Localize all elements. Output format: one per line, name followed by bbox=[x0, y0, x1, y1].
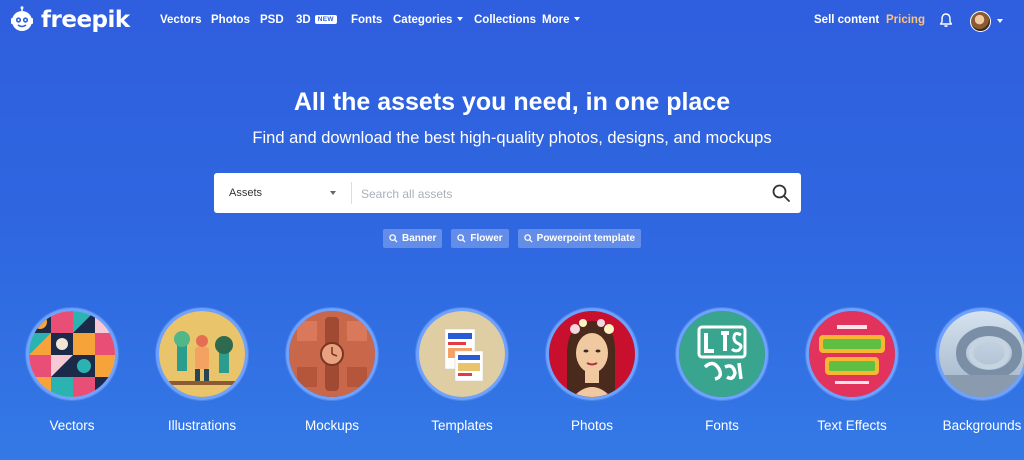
nav-collections[interactable]: Collections bbox=[474, 14, 536, 26]
suggestion-chip[interactable]: Flower bbox=[451, 229, 509, 248]
freepik-logo[interactable]: freepik bbox=[8, 5, 130, 35]
category-templates[interactable]: Templates bbox=[397, 308, 527, 433]
pricing-link[interactable]: Pricing bbox=[886, 14, 925, 26]
divider bbox=[351, 182, 352, 204]
category-backgrounds[interactable]: Backgrounds bbox=[917, 308, 1024, 433]
new-badge: NEW bbox=[314, 15, 337, 24]
category-thumbnail bbox=[286, 308, 378, 400]
chevron-down-icon bbox=[574, 17, 581, 21]
brand-name: freepik bbox=[41, 7, 130, 33]
category-illustrations[interactable]: Illustrations bbox=[137, 308, 267, 433]
category-mockups[interactable]: Mockups bbox=[267, 308, 397, 433]
category-label: Illustrations bbox=[167, 418, 237, 433]
category-fonts[interactable]: Fonts bbox=[657, 308, 787, 433]
nav-3d[interactable]: 3D NEW bbox=[296, 14, 337, 26]
search-bar: Assets bbox=[214, 173, 801, 213]
suggestion-chip[interactable]: Banner bbox=[382, 229, 443, 248]
nav-categories[interactable]: Categories bbox=[393, 14, 464, 26]
suggestion-label: Powerpoint template bbox=[536, 233, 636, 244]
category-label: Fonts bbox=[705, 418, 739, 433]
category-label: Photos bbox=[570, 418, 614, 433]
category-thumbnail bbox=[26, 308, 118, 400]
search-icon bbox=[523, 234, 533, 243]
category-thumbnail bbox=[936, 308, 1024, 400]
search-icon[interactable] bbox=[771, 183, 791, 203]
nav-fonts[interactable]: Fonts bbox=[351, 14, 382, 26]
suggestion-label: Flower bbox=[470, 233, 503, 244]
chevron-down-icon bbox=[330, 191, 336, 195]
category-label: Backgrounds bbox=[942, 418, 1022, 433]
category-thumbnail bbox=[676, 308, 768, 400]
nav-psd[interactable]: PSD bbox=[260, 14, 284, 26]
category-thumbnail bbox=[156, 308, 248, 400]
nav-photos[interactable]: Photos bbox=[211, 14, 250, 26]
top-navigation: freepik Vectors Photos PSD 3D NEW Fonts C… bbox=[0, 0, 1024, 42]
nav-categories-label: Categories bbox=[393, 14, 453, 26]
category-text-effects[interactable]: Text Effects bbox=[787, 308, 917, 433]
search-icon bbox=[389, 234, 398, 243]
nav-3d-label: 3D bbox=[296, 14, 311, 26]
category-label: Text Effects bbox=[817, 418, 887, 433]
category-label: Vectors bbox=[49, 418, 95, 433]
category-label: Mockups bbox=[304, 418, 360, 433]
category-thumbnail bbox=[806, 308, 898, 400]
category-label: Templates bbox=[431, 418, 493, 433]
bell-icon[interactable] bbox=[938, 12, 954, 28]
category-photos[interactable]: Photos bbox=[527, 308, 657, 433]
chevron-down-icon[interactable] bbox=[997, 19, 1003, 23]
suggestion-chips: Banner Flower Powerpoint template bbox=[0, 229, 1024, 248]
chevron-down-icon bbox=[457, 17, 464, 21]
nav-vectors[interactable]: Vectors bbox=[160, 14, 202, 26]
category-thumbnail bbox=[546, 308, 638, 400]
search-icon bbox=[457, 234, 466, 243]
category-thumbnail bbox=[416, 308, 508, 400]
sell-content-link[interactable]: Sell content bbox=[814, 14, 879, 26]
suggestion-label: Banner bbox=[401, 233, 437, 244]
hero-subtitle: Find and download the best high-quality … bbox=[252, 129, 772, 147]
user-avatar[interactable] bbox=[970, 11, 991, 32]
search-input[interactable] bbox=[359, 181, 758, 207]
nav-more[interactable]: More bbox=[542, 14, 581, 26]
category-vectors[interactable]: Vectors bbox=[7, 308, 137, 433]
nav-more-label: More bbox=[542, 14, 570, 26]
suggestion-chip[interactable]: Powerpoint template bbox=[517, 229, 642, 248]
hero-title: All the assets you need, in one place bbox=[293, 88, 731, 116]
asset-type-dropdown[interactable]: Assets bbox=[214, 173, 350, 213]
asset-type-selected: Assets bbox=[229, 187, 263, 199]
freepik-mascot-icon bbox=[11, 6, 33, 31]
